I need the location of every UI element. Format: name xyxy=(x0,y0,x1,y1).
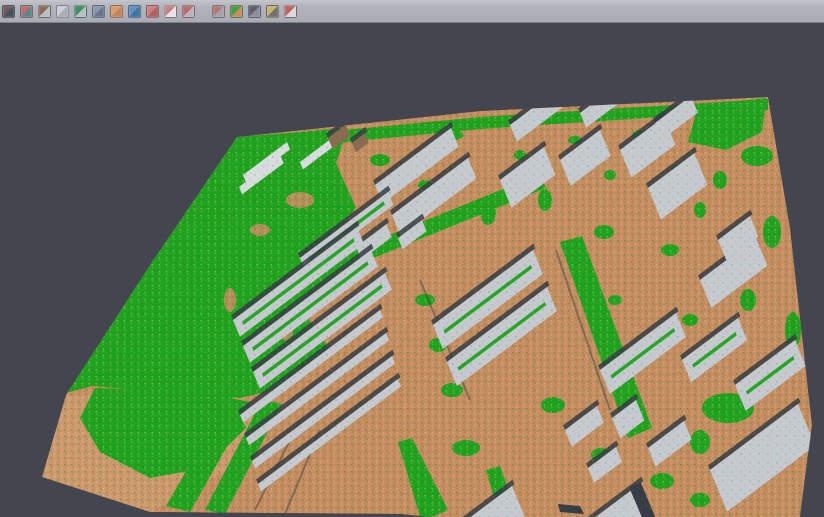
toolbar xyxy=(0,0,824,23)
cross-yellow-icon[interactable] xyxy=(266,5,279,18)
green-fleck-noise xyxy=(0,24,824,517)
terrain-brown-icon[interactable] xyxy=(38,5,51,18)
tool-dark-icon[interactable] xyxy=(248,5,261,18)
panel-blue-icon[interactable] xyxy=(92,5,105,18)
terrain-green-icon[interactable] xyxy=(74,5,87,18)
application-window xyxy=(0,0,824,517)
grid-red-gray-icon[interactable] xyxy=(212,5,225,18)
point-cloud-icon[interactable] xyxy=(56,5,69,18)
crosshair-red-icon[interactable] xyxy=(20,5,33,18)
viewport-3d[interactable] xyxy=(0,24,824,517)
classification-map-icon[interactable] xyxy=(230,5,243,18)
brackets-red-icon[interactable] xyxy=(182,5,195,18)
square-orange-icon[interactable] xyxy=(110,5,123,18)
terrain-model xyxy=(0,24,824,517)
point-cloud-render xyxy=(0,24,824,517)
cube-dark-icon[interactable] xyxy=(2,5,15,18)
list-red-icon[interactable] xyxy=(146,5,159,18)
globe-blue-icon[interactable] xyxy=(128,5,141,18)
bars-red-icon[interactable] xyxy=(284,5,297,18)
target-red-icon[interactable] xyxy=(164,5,177,18)
